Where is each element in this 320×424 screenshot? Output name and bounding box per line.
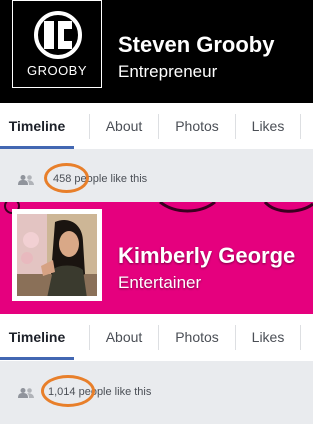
profile-tabs-1: Timeline About Photos Likes [0, 104, 313, 149]
tab-likes[interactable]: Likes [236, 104, 300, 149]
profile-name[interactable]: Steven Grooby [118, 32, 274, 58]
likes-row-2: 1,014 people like this [0, 361, 313, 424]
likes-count: 458 [53, 173, 72, 185]
likes-count-text[interactable]: 1,014 people like this [48, 386, 151, 398]
likes-row-1: 458 people like this [0, 149, 313, 202]
profile-name[interactable]: Kimberly George [118, 243, 295, 269]
profile-photo-icon [17, 214, 97, 296]
people-icon [18, 175, 34, 185]
tab-likes[interactable]: Likes [236, 315, 300, 360]
likes-count-text[interactable]: 458 people like this [53, 173, 147, 185]
tab-divider [300, 325, 301, 350]
tab-photos[interactable]: Photos [159, 315, 235, 360]
profile-picture-grooby-logo[interactable]: GROOBY [12, 0, 102, 88]
tab-about[interactable]: About [90, 315, 158, 360]
likes-suffix: people like this [75, 386, 152, 398]
logo-text: GROOBY [26, 63, 88, 78]
tab-timeline[interactable]: Timeline [0, 315, 74, 360]
likes-count: 1,014 [48, 386, 76, 398]
people-icon [18, 388, 34, 398]
active-tab-indicator [0, 357, 74, 360]
cover-kimberly-george: Kimberly George Entertainer [0, 202, 313, 314]
profile-picture-kimberly[interactable] [12, 209, 102, 301]
likes-suffix: people like this [71, 173, 148, 185]
tab-divider [300, 114, 301, 139]
profile-tabs-2: Timeline About Photos Likes [0, 315, 313, 360]
tab-about[interactable]: About [90, 104, 158, 149]
tab-photos[interactable]: Photos [159, 104, 235, 149]
tab-timeline[interactable]: Timeline [0, 104, 74, 149]
cover-steven-grooby: GROOBY Steven Grooby Entrepreneur [0, 0, 313, 103]
profile-subtitle: Entertainer [118, 273, 202, 292]
profile-subtitle: Entrepreneur [118, 62, 218, 81]
